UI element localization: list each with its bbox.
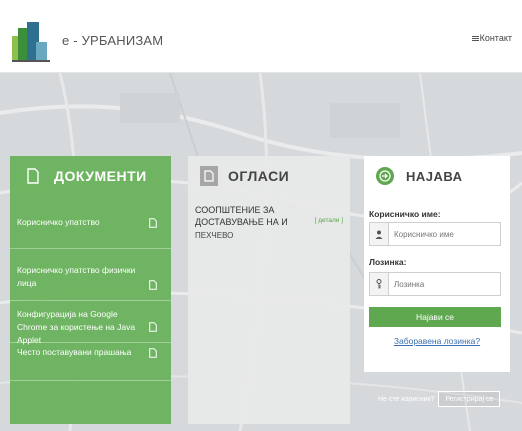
document-icon <box>22 165 44 187</box>
documents-header: ДОКУМЕНТИ <box>10 156 171 196</box>
announcement-item: СООПШТЕНИЕ ЗА ДОСТАВУВАЊЕ НА И [ детали … <box>195 204 345 240</box>
documents-panel: ДОКУМЕНТИ Корисничко упатство Корисничко… <box>10 156 171 424</box>
doc-link-label: Корисничко упатство физички лица <box>17 265 136 288</box>
sign-in-icon <box>374 165 396 187</box>
password-input[interactable] <box>389 274 496 294</box>
announcements-header: ОГЛАСИ <box>188 156 350 196</box>
doc-link-chrome-java-config[interactable]: Конфигурација на Google Chrome за корист… <box>10 300 171 345</box>
announcements-title: ОГЛАСИ <box>228 168 290 184</box>
forgot-password-link[interactable]: Заборавена лозинка? <box>364 336 510 346</box>
username-input[interactable] <box>389 224 496 244</box>
login-panel: НАЈАВА Корисничко име: Лозинка: Најави <box>364 156 510 372</box>
hamburger-menu-icon <box>471 36 479 41</box>
password-field[interactable] <box>369 272 501 296</box>
page: е - УРБАНИЗАМ Контакт ДОКУМЕНТИ Кориснич… <box>0 0 522 431</box>
contact-label: Контакт <box>479 33 512 43</box>
file-icon <box>149 322 157 332</box>
login-title: НАЈАВА <box>406 168 463 184</box>
doc-link-label: Често поставувани прашања <box>17 347 132 357</box>
file-icon <box>149 348 157 358</box>
login-button[interactable]: Најави се <box>369 307 501 327</box>
top-header: е - УРБАНИЗАМ Контакт <box>0 0 522 73</box>
register-button[interactable]: Регистрирај се <box>438 391 501 407</box>
register-prompt: Не сте корисник? <box>378 395 435 403</box>
user-icon <box>370 223 389 245</box>
doc-link-user-manual[interactable]: Корисничко упатство <box>10 196 171 249</box>
file-icon <box>149 280 157 290</box>
announcement-description: ПЕХЧЕВО <box>195 231 234 240</box>
document-icon <box>200 166 218 186</box>
password-label: Лозинка: <box>369 257 407 267</box>
username-label: Корисничко име: <box>369 209 441 219</box>
register-row: Не сте корисник? Регистрирај се <box>378 390 501 408</box>
doc-link-user-manual-individuals[interactable]: Корисничко упатство физички лица <box>10 248 171 301</box>
contact-link[interactable]: Контакт <box>471 33 512 43</box>
login-header: НАЈАВА <box>364 156 510 196</box>
announcements-panel: ОГЛАСИ СООПШТЕНИЕ ЗА ДОСТАВУВАЊЕ НА И [ … <box>188 156 350 424</box>
file-icon <box>149 218 157 228</box>
key-icon <box>370 273 389 295</box>
documents-title: ДОКУМЕНТИ <box>54 168 147 184</box>
doc-link-faq[interactable]: Често поставувани прашања <box>10 342 171 381</box>
app-title[interactable]: е - УРБАНИЗАМ <box>62 33 163 48</box>
username-field[interactable] <box>369 222 501 246</box>
announcement-details-link[interactable]: [ детали ] <box>315 217 343 224</box>
doc-link-label: Корисничко упатство <box>17 217 100 227</box>
city-buildings-logo-icon[interactable] <box>12 22 50 62</box>
announcement-title[interactable]: СООПШТЕНИЕ ЗА ДОСТАВУВАЊЕ НА И <box>195 204 345 228</box>
